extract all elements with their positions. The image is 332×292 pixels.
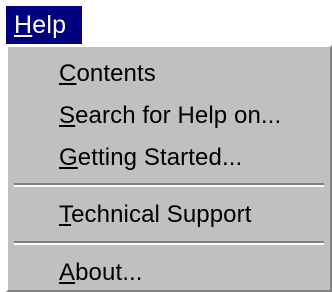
getting-started-label: etting Started... — [77, 144, 243, 171]
getting-started-mnemonic: G — [59, 144, 78, 171]
help-menu-title-text: Help — [14, 11, 66, 39]
about-label: bout... — [75, 259, 143, 286]
help-rest: elp — [32, 11, 67, 39]
contents-mnemonic: C — [59, 60, 77, 87]
search-mnemonic: S — [59, 102, 76, 129]
screen: Help Contents Search for Help on... Gett… — [0, 0, 332, 292]
menu-item-technical-support[interactable]: Technical Support — [59, 200, 252, 230]
menu-item-contents[interactable]: Contents — [59, 59, 156, 89]
search-label: earch for Help on... — [75, 102, 282, 129]
menu-item-getting-started[interactable]: Getting Started... — [59, 143, 242, 173]
contents-label: ontents — [76, 60, 156, 87]
help-dropdown-menu: Contents Search for Help on... Getting S… — [6, 45, 332, 292]
help-mnemonic: H — [14, 11, 33, 39]
menu-separator — [14, 183, 324, 187]
menu-item-about[interactable]: About... — [59, 258, 143, 288]
technical-support-label: echnical Support — [71, 201, 252, 228]
help-menu-title[interactable]: Help — [6, 6, 82, 44]
menu-separator — [14, 241, 324, 245]
about-mnemonic: A — [59, 259, 76, 286]
menu-item-search-for-help[interactable]: Search for Help on... — [59, 101, 281, 131]
technical-support-mnemonic: T — [59, 201, 72, 228]
